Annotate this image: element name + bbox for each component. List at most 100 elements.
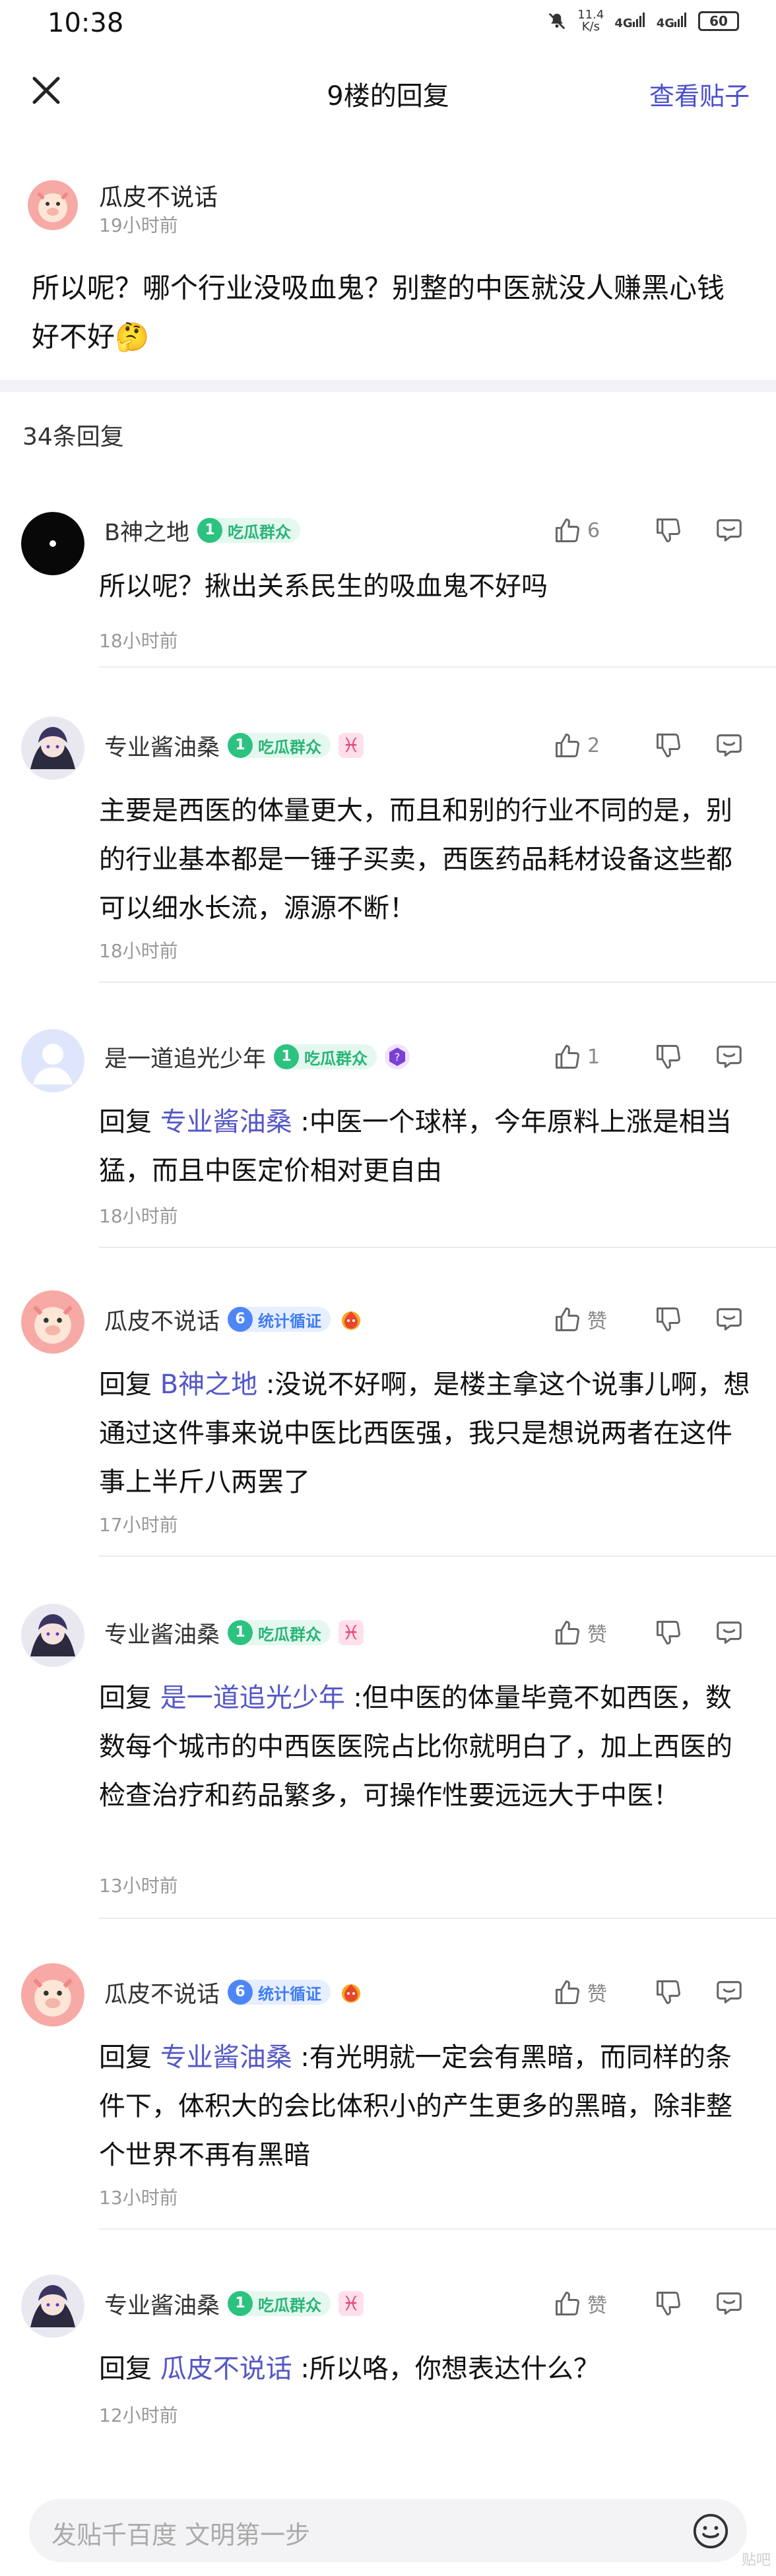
like-button[interactable]: 赞 bbox=[553, 1978, 632, 2007]
like-button[interactable]: 2 bbox=[553, 731, 632, 760]
signal-2: 4G bbox=[657, 12, 688, 30]
zodiac-badge: ♓ bbox=[339, 733, 364, 758]
bottom-input-bar: 发贴千百度 文明第一步 贴吧 bbox=[0, 2487, 776, 2576]
dislike-button[interactable] bbox=[632, 731, 705, 760]
avatar[interactable] bbox=[21, 1604, 84, 1667]
reply-content: 回复 瓜皮不说话 :所以咯，你想表达什么？ bbox=[99, 2354, 600, 2384]
mention-link[interactable]: 是一道追光少年 bbox=[160, 1683, 345, 1713]
comment-icon bbox=[717, 519, 742, 542]
view-post-link[interactable]: 查看贴子 bbox=[649, 76, 750, 112]
reply-author[interactable]: 瓜皮不说话 bbox=[104, 1303, 220, 1336]
mention-link[interactable]: B神之地 bbox=[160, 1369, 257, 1400]
fire-badge-icon bbox=[339, 1307, 364, 1332]
avatar[interactable] bbox=[21, 716, 84, 780]
dislike-button[interactable] bbox=[632, 1305, 705, 1334]
avatar[interactable] bbox=[21, 1290, 84, 1354]
mention-link[interactable]: 专业酱油桑 bbox=[160, 2042, 292, 2073]
reply-content: 主要是西医的体量更大，而且和别的行业不同的是，别的行业基本都是一锤子买卖，西医药… bbox=[99, 796, 732, 924]
comment-button[interactable] bbox=[705, 1304, 744, 1335]
reply-author[interactable]: 是一道追光少年 bbox=[104, 1040, 266, 1074]
like-button[interactable]: 赞 bbox=[553, 2289, 632, 2318]
status-icons: 11.4 K/s 4G 4G 60 bbox=[547, 9, 739, 33]
like-button[interactable]: 赞 bbox=[553, 1305, 632, 1334]
thumbs-up-icon bbox=[556, 518, 579, 542]
reply-actions: 赞 bbox=[553, 1972, 744, 2012]
anime-character-avatar-icon bbox=[21, 1604, 84, 1667]
reply-header: B神之地 1 吃瓜群众 bbox=[104, 511, 301, 550]
reply-time: 18小时前 bbox=[99, 630, 178, 652]
reply-item: 瓜皮不说话 6 统计循证 赞 回复 B神之地 :没说不好啊，是楼主拿这个说事儿啊，… bbox=[0, 1290, 776, 1563]
dislike-button[interactable] bbox=[632, 1618, 705, 1647]
mention-link[interactable]: 瓜皮不说话 bbox=[160, 2354, 292, 2384]
nav-bar: 9楼的回复 查看贴子 bbox=[0, 49, 776, 132]
member-badge-icon: ? bbox=[385, 1044, 410, 1069]
like-button[interactable]: 6 bbox=[553, 516, 632, 545]
reply-item: B神之地 1 吃瓜群众 6 所以呢？揪出关系民生的吸血鬼不好吗 18小时前 bbox=[0, 509, 776, 668]
emoji-button[interactable] bbox=[692, 2512, 730, 2550]
thumbs-up-icon bbox=[556, 734, 579, 757]
watermark: 贴吧 bbox=[741, 2552, 771, 2569]
like-button[interactable]: 1 bbox=[553, 1042, 632, 1071]
signal-bars-icon bbox=[632, 12, 645, 27]
section-divider bbox=[0, 380, 776, 392]
anime-character-avatar-icon bbox=[21, 2275, 84, 2338]
reply-author[interactable]: 瓜皮不说话 bbox=[104, 1976, 220, 2009]
comment-button[interactable] bbox=[705, 1042, 744, 1072]
reply-author[interactable]: 专业酱油桑 bbox=[104, 729, 220, 763]
reply-author[interactable]: 专业酱油桑 bbox=[104, 1616, 220, 1650]
comment-button[interactable] bbox=[705, 2288, 744, 2319]
avatar[interactable] bbox=[21, 1029, 84, 1092]
mention-link[interactable]: 专业酱油桑 bbox=[160, 1107, 292, 1137]
reply-author[interactable]: B神之地 bbox=[104, 514, 189, 548]
thumbs-down-icon bbox=[657, 2292, 680, 2315]
reply-input[interactable]: 发贴千百度 文明第一步 bbox=[29, 2499, 747, 2562]
signal-bars-icon bbox=[674, 12, 686, 27]
comment-button[interactable] bbox=[705, 1977, 744, 2007]
reply-header: 瓜皮不说话 6 统计循证 bbox=[104, 1972, 364, 2012]
reply-header: 专业酱油桑 1 吃瓜群众 ♓ bbox=[104, 1613, 364, 1652]
reply-time: 18小时前 bbox=[99, 940, 178, 962]
reply-count: 34条回复 bbox=[22, 424, 124, 451]
comment-button[interactable] bbox=[705, 730, 744, 761]
like-button[interactable]: 赞 bbox=[553, 1618, 632, 1647]
dislike-button[interactable] bbox=[632, 516, 705, 545]
comment-button[interactable] bbox=[705, 1618, 744, 1648]
level-badge: 1 吃瓜群众 bbox=[228, 2291, 331, 2316]
reply-content: 回复 专业酱油桑 :中医一个球样，今年原料上涨是相当猛，而且中医定价相对更自由 bbox=[99, 1107, 732, 1186]
avatar[interactable] bbox=[28, 180, 78, 230]
avatar[interactable] bbox=[21, 2275, 84, 2338]
comment-icon bbox=[717, 734, 742, 757]
reply-actions: 赞 bbox=[553, 1613, 744, 1652]
reply-author[interactable]: 专业酱油桑 bbox=[104, 2287, 220, 2321]
reply-actions: 赞 bbox=[553, 1300, 744, 1339]
reply-content: 回复 B神之地 :没说不好啊，是楼主拿这个说事儿啊，想通过这件事来说中医比西医强… bbox=[99, 1369, 750, 1497]
comment-icon bbox=[717, 1308, 742, 1331]
thumbs-up-icon bbox=[556, 1621, 579, 1645]
reply-actions: 6 bbox=[553, 511, 744, 550]
avatar[interactable] bbox=[21, 1963, 84, 2026]
thumbs-up-icon bbox=[556, 2292, 579, 2315]
reply-item: 专业酱油桑 1 吃瓜群众 ♓ 2 主要是西医的体量更大，而且和别的行业不同的是，别… bbox=[0, 716, 776, 990]
thumbs-down-icon bbox=[657, 734, 680, 757]
reply-actions: 2 bbox=[553, 726, 744, 765]
comment-button[interactable] bbox=[705, 515, 744, 546]
reply-time: 17小时前 bbox=[99, 1514, 178, 1536]
dislike-button[interactable] bbox=[632, 1042, 705, 1071]
thumbs-up-icon bbox=[556, 1045, 579, 1069]
reply-divider bbox=[99, 982, 776, 983]
avatar[interactable] bbox=[21, 512, 84, 575]
reply-divider bbox=[99, 2228, 776, 2230]
reply-header: 专业酱油桑 1 吃瓜群众 ♓ bbox=[104, 2284, 364, 2323]
reply-time: 13小时前 bbox=[99, 2187, 178, 2209]
like-count: 赞 bbox=[587, 1310, 607, 1333]
post-author[interactable]: 瓜皮不说话 bbox=[99, 178, 218, 212]
like-count: 6 bbox=[587, 518, 600, 542]
reply-header: 是一道追光少年 1 吃瓜群众 ? bbox=[104, 1037, 410, 1077]
dislike-button[interactable] bbox=[632, 2289, 705, 2318]
dislike-button[interactable] bbox=[632, 1978, 705, 2007]
level-badge: 1 吃瓜群众 bbox=[274, 1044, 377, 1069]
reply-header: 专业酱油桑 1 吃瓜群众 ♓ bbox=[104, 726, 364, 765]
level-badge: 6 统计循证 bbox=[228, 1307, 331, 1332]
pig-avatar-icon bbox=[21, 1290, 84, 1354]
level-badge: 6 统计循证 bbox=[228, 1980, 331, 2005]
